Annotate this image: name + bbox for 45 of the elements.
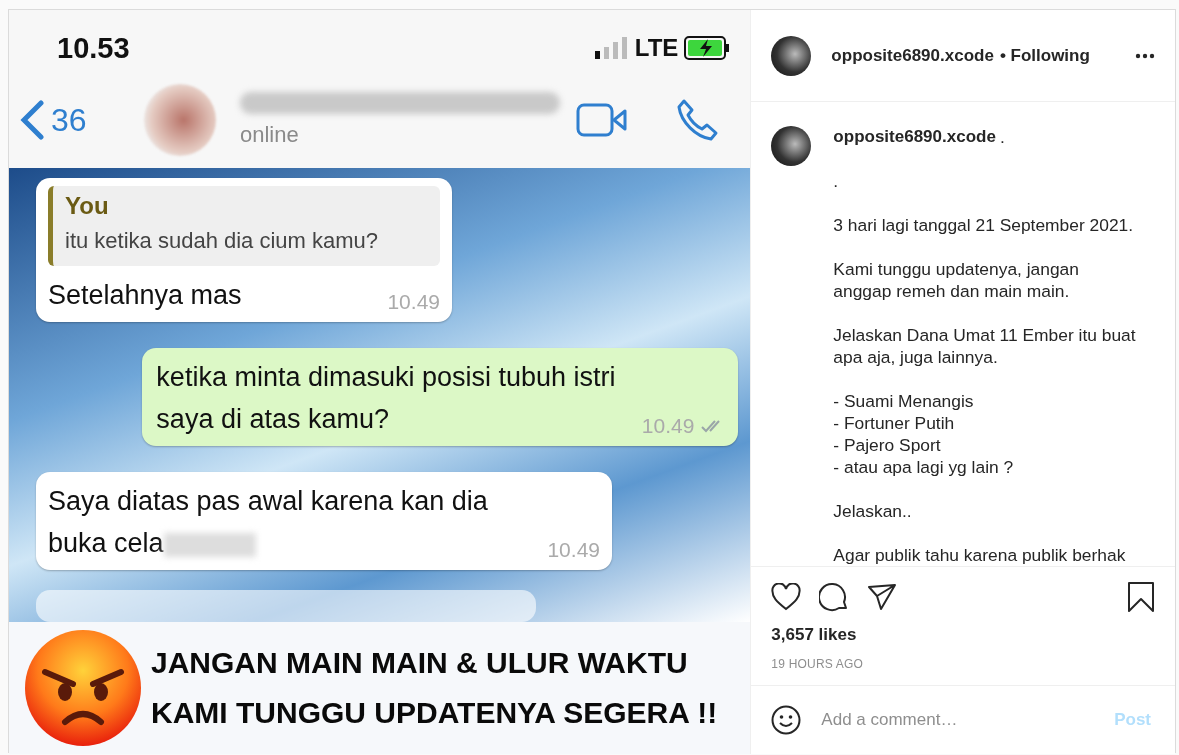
banner-text: KAMI TUNGGU UPDATENYA SEGERA !!	[151, 695, 718, 731]
more-options-icon[interactable]	[1135, 52, 1155, 59]
caption-text: Kami tunggu updatenya, jangan anggap remeh dan main main.	[833, 258, 1080, 302]
username[interactable]: opposite6890.xcode	[831, 45, 994, 66]
caption-text: - Fortuner Putih	[833, 412, 956, 434]
caption-text: Jelaskan Dana Umat 11 Ember itu buat apa aja, juga lainnya.	[833, 324, 1137, 368]
angry-face-icon	[23, 628, 143, 748]
video-camera-icon[interactable]	[576, 103, 629, 137]
heart-icon[interactable]	[771, 583, 802, 611]
battery-charging-icon	[684, 36, 731, 60]
unread-count: 36	[51, 101, 87, 139]
profile-avatar[interactable]	[771, 126, 812, 166]
paper-plane-icon[interactable]	[867, 583, 898, 611]
caption-text: Jelaskan..	[833, 500, 913, 522]
message-time: 10.49	[547, 538, 600, 562]
message-text: Setelahnya mas	[48, 279, 242, 312]
message-text: Saya diatas pas awal karena kan dia buka cela	[48, 485, 489, 560]
likes-count[interactable]: 3,657 likes	[771, 625, 1155, 645]
chevron-left-icon	[19, 100, 45, 140]
post-time: 19 HOURS AGO	[771, 657, 865, 671]
speech-bubble-icon[interactable]	[819, 582, 850, 612]
signal-icon	[594, 37, 629, 59]
following-label[interactable]: • Following	[999, 45, 1090, 66]
caption-username[interactable]: opposite6890.xcode	[833, 126, 996, 148]
contact-avatar[interactable]	[144, 84, 216, 156]
profile-avatar[interactable]	[771, 35, 812, 76]
caption-text: .	[999, 126, 1005, 148]
message-time: 10.49	[387, 290, 440, 314]
caption-text: - Pajero Sport	[833, 434, 942, 456]
network-label: LTE	[634, 34, 679, 62]
caption-text: Agar publik tahu karena publik berhak	[833, 544, 1127, 566]
back-button[interactable]: 36	[19, 100, 134, 140]
caption-text: .	[833, 170, 840, 192]
banner-text: JANGAN MAIN MAIN & ULUR WAKTU	[151, 645, 688, 681]
smiley-icon[interactable]	[771, 705, 802, 735]
quote-author: You	[65, 192, 110, 220]
caption-text: - Suami Menangis	[833, 390, 975, 412]
status-time: 10.53	[57, 31, 130, 65]
caption-text: 3 hari lagi tanggal 21 September 2021.	[833, 214, 1135, 236]
caption-text: - atau apa lagi yg lain ?	[833, 456, 1015, 478]
message-text: ketika minta dimasuki posisi tubuh istri saya di atas kamu?	[156, 361, 617, 436]
message-time: 10.49	[641, 414, 695, 438]
contact-status: online	[240, 122, 300, 148]
bookmark-icon[interactable]	[1127, 581, 1155, 613]
quote-text: itu ketika sudah dia cium kamu?	[65, 228, 380, 254]
